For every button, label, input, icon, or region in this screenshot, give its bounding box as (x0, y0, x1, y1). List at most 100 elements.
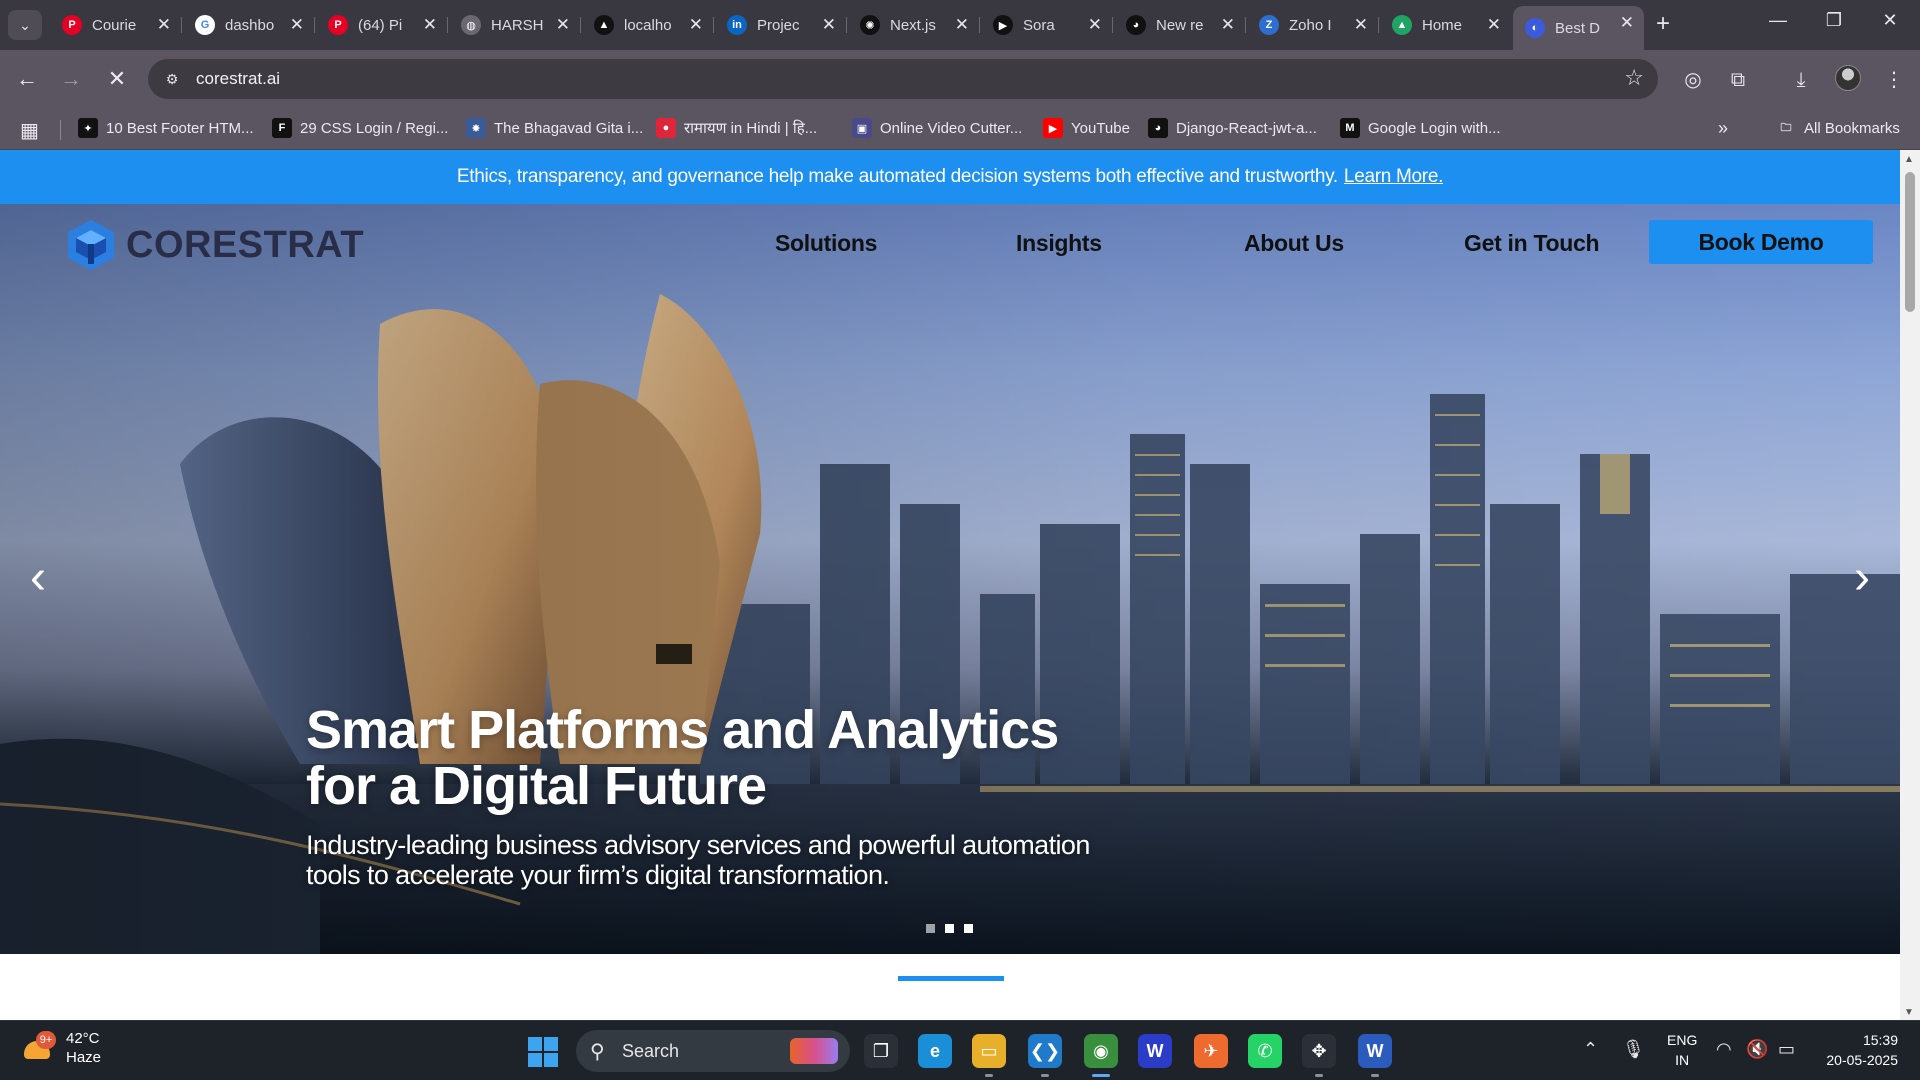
profile-avatar[interactable] (1835, 65, 1861, 91)
close-window-button[interactable]: ✕ (1870, 10, 1910, 31)
close-tab-icon[interactable]: ✕ (423, 15, 437, 35)
clock[interactable]: 15:39 20-05-2025 (1818, 1030, 1898, 1070)
bookmark-item[interactable]: ◕ Django-React-jwt-a... (1148, 118, 1317, 138)
carousel-next-icon[interactable]: › (1842, 550, 1882, 605)
weather-widget[interactable]: 9+ 42°C Haze (22, 1029, 101, 1067)
restore-button[interactable]: ❐ (1814, 10, 1854, 31)
word-icon[interactable]: W (1358, 1034, 1392, 1068)
bookmark-star-icon[interactable]: ☆ (1624, 65, 1644, 91)
close-tab-icon[interactable]: ✕ (689, 15, 703, 35)
bookmark-item[interactable]: ✦ 10 Best Footer HTM... (78, 118, 254, 138)
nav-solutions[interactable]: Solutions (775, 230, 877, 257)
apps-grid-icon[interactable]: ▦ (20, 118, 39, 143)
linkedin-icon: in (727, 15, 747, 35)
carousel-dot[interactable] (964, 924, 973, 933)
bookmark-item[interactable]: ▣ Online Video Cutter... (852, 118, 1022, 138)
browser-tab[interactable]: ▶ Sora ✕ (981, 8, 1113, 42)
browser-tab[interactable]: P (64) Pi ✕ (316, 8, 448, 42)
ramayan-icon: ● (656, 118, 676, 138)
browser-tab[interactable]: ◕ New re ✕ (1114, 8, 1246, 42)
bookmark-item[interactable]: ✸ The Bhagavad Gita i... (466, 118, 643, 138)
address-bar[interactable]: ⚙ corestrat.ai ☆ (148, 59, 1658, 99)
wifi-icon[interactable]: ◠ (1716, 1039, 1732, 1060)
browser-tab[interactable]: ✺ Next.js ✕ (848, 8, 980, 42)
browser-tab[interactable]: ◍ HARSH ✕ (449, 8, 581, 42)
carousel-dot[interactable] (926, 924, 935, 933)
scrollbar-thumb[interactable] (1905, 172, 1915, 312)
tab-title: Best D (1555, 19, 1601, 37)
close-tab-icon[interactable]: ✕ (157, 15, 171, 35)
all-bookmarks-button[interactable]: 🗀 All Bookmarks (1776, 118, 1900, 138)
postman-icon[interactable]: ✈ (1194, 1034, 1228, 1068)
carousel-prev-icon[interactable]: ‹ (18, 550, 58, 605)
all-bookmarks-label: All Bookmarks (1804, 119, 1900, 137)
bookmark-item[interactable]: F 29 CSS Login / Regi... (272, 118, 448, 138)
microphone-icon[interactable]: 🎙 (1622, 1039, 1645, 1060)
task-view-icon[interactable]: ❐ (864, 1034, 898, 1068)
back-button[interactable]: ← (12, 64, 42, 94)
battery-icon[interactable]: ▭ (1778, 1039, 1795, 1060)
tab-title: Courie (92, 16, 137, 34)
close-tab-icon[interactable]: ✕ (1221, 15, 1235, 35)
webex-icon[interactable]: W (1138, 1034, 1172, 1068)
bookmark-item[interactable]: ▶ YouTube (1043, 118, 1130, 138)
close-tab-icon[interactable]: ✕ (1354, 15, 1368, 35)
taskbar-search[interactable]: ⚲ Search (576, 1030, 850, 1072)
running-indicator (985, 1074, 993, 1077)
browser-tab[interactable]: P Courie ✕ (50, 8, 182, 42)
windows-start-icon[interactable] (528, 1037, 558, 1067)
bookmark-label: Online Video Cutter... (880, 119, 1023, 137)
nav-get-in-touch[interactable]: Get in Touch (1464, 230, 1600, 257)
browser-tab[interactable]: Z Zoho I ✕ (1247, 8, 1379, 42)
stop-loading-button[interactable]: ✕ (102, 64, 132, 94)
hero-title: Smart Platforms and Analytics for a Digi… (306, 702, 1206, 814)
carousel-dot[interactable] (945, 924, 954, 933)
close-tab-icon[interactable]: ✕ (1088, 15, 1102, 35)
browser-tab[interactable]: ▲ localho ✕ (582, 8, 714, 42)
minimize-button[interactable]: — (1758, 10, 1798, 31)
browser-tab[interactable]: ▲ Home ✕ (1380, 8, 1511, 42)
close-tab-icon[interactable]: ✕ (1487, 15, 1501, 35)
menu-icon[interactable]: ⋮ (1880, 66, 1908, 94)
forward-button[interactable]: → (56, 64, 86, 94)
extensions-icon[interactable]: ⧉ (1724, 66, 1752, 94)
close-tab-icon[interactable]: ✕ (1620, 13, 1634, 33)
lens-icon[interactable]: ◎ (1679, 66, 1707, 94)
youtube-icon: ▶ (1043, 118, 1063, 138)
nav-about-us[interactable]: About Us (1244, 230, 1344, 257)
download-icon[interactable]: ⤓ (1787, 66, 1815, 94)
tray-overflow-icon[interactable]: ⌃ (1583, 1039, 1598, 1060)
book-demo-button[interactable]: Book Demo (1649, 220, 1873, 264)
file-explorer-icon[interactable]: ▭ (972, 1034, 1006, 1068)
whatsapp-icon[interactable]: ✆ (1248, 1034, 1282, 1068)
chrome-icon[interactable]: ◉ (1084, 1034, 1118, 1068)
figma-icon[interactable]: ✥ (1302, 1034, 1336, 1068)
speaker-muted-icon[interactable]: 🔇 (1746, 1039, 1768, 1060)
bookmark-item[interactable]: ● रामायण in Hindi | हि... (656, 118, 817, 138)
close-tab-icon[interactable]: ✕ (822, 15, 836, 35)
close-tab-icon[interactable]: ✕ (290, 15, 304, 35)
url-text[interactable]: corestrat.ai (196, 69, 280, 89)
language-indicator[interactable]: ENG IN (1667, 1030, 1697, 1070)
close-tab-icon[interactable]: ✕ (556, 15, 570, 35)
tab-title: New re (1156, 16, 1204, 34)
vscode-icon[interactable]: ❮❯ (1028, 1034, 1062, 1068)
tab-separator (979, 17, 980, 33)
site-info-icon[interactable]: ⚙ (162, 69, 182, 89)
tab-search-button[interactable]: ⌄ (8, 10, 42, 40)
learn-more-link[interactable]: Learn More. (1344, 166, 1443, 187)
browser-tab[interactable]: ◐ Best D ✕ (1513, 6, 1644, 50)
tab-separator (1378, 17, 1379, 33)
page-scrollbar[interactable]: ▲ ▼ (1900, 150, 1920, 1020)
bookmark-item[interactable]: M Google Login with... (1340, 118, 1501, 138)
new-tab-button[interactable]: + (1648, 10, 1678, 40)
more-bookmarks-icon[interactable]: » (1718, 118, 1728, 139)
close-tab-icon[interactable]: ✕ (955, 15, 969, 35)
browser-tab[interactable]: Gdashbo ✕ (183, 8, 315, 42)
nav-insights[interactable]: Insights (1016, 230, 1102, 257)
corestrat-logo[interactable]: CORESTRAT (66, 218, 364, 272)
scroll-down-icon[interactable]: ▼ (1904, 1007, 1914, 1018)
scroll-up-icon[interactable]: ▲ (1904, 154, 1914, 165)
browser-tab[interactable]: in Projec ✕ (715, 8, 847, 42)
edge-icon[interactable]: e (918, 1034, 952, 1068)
